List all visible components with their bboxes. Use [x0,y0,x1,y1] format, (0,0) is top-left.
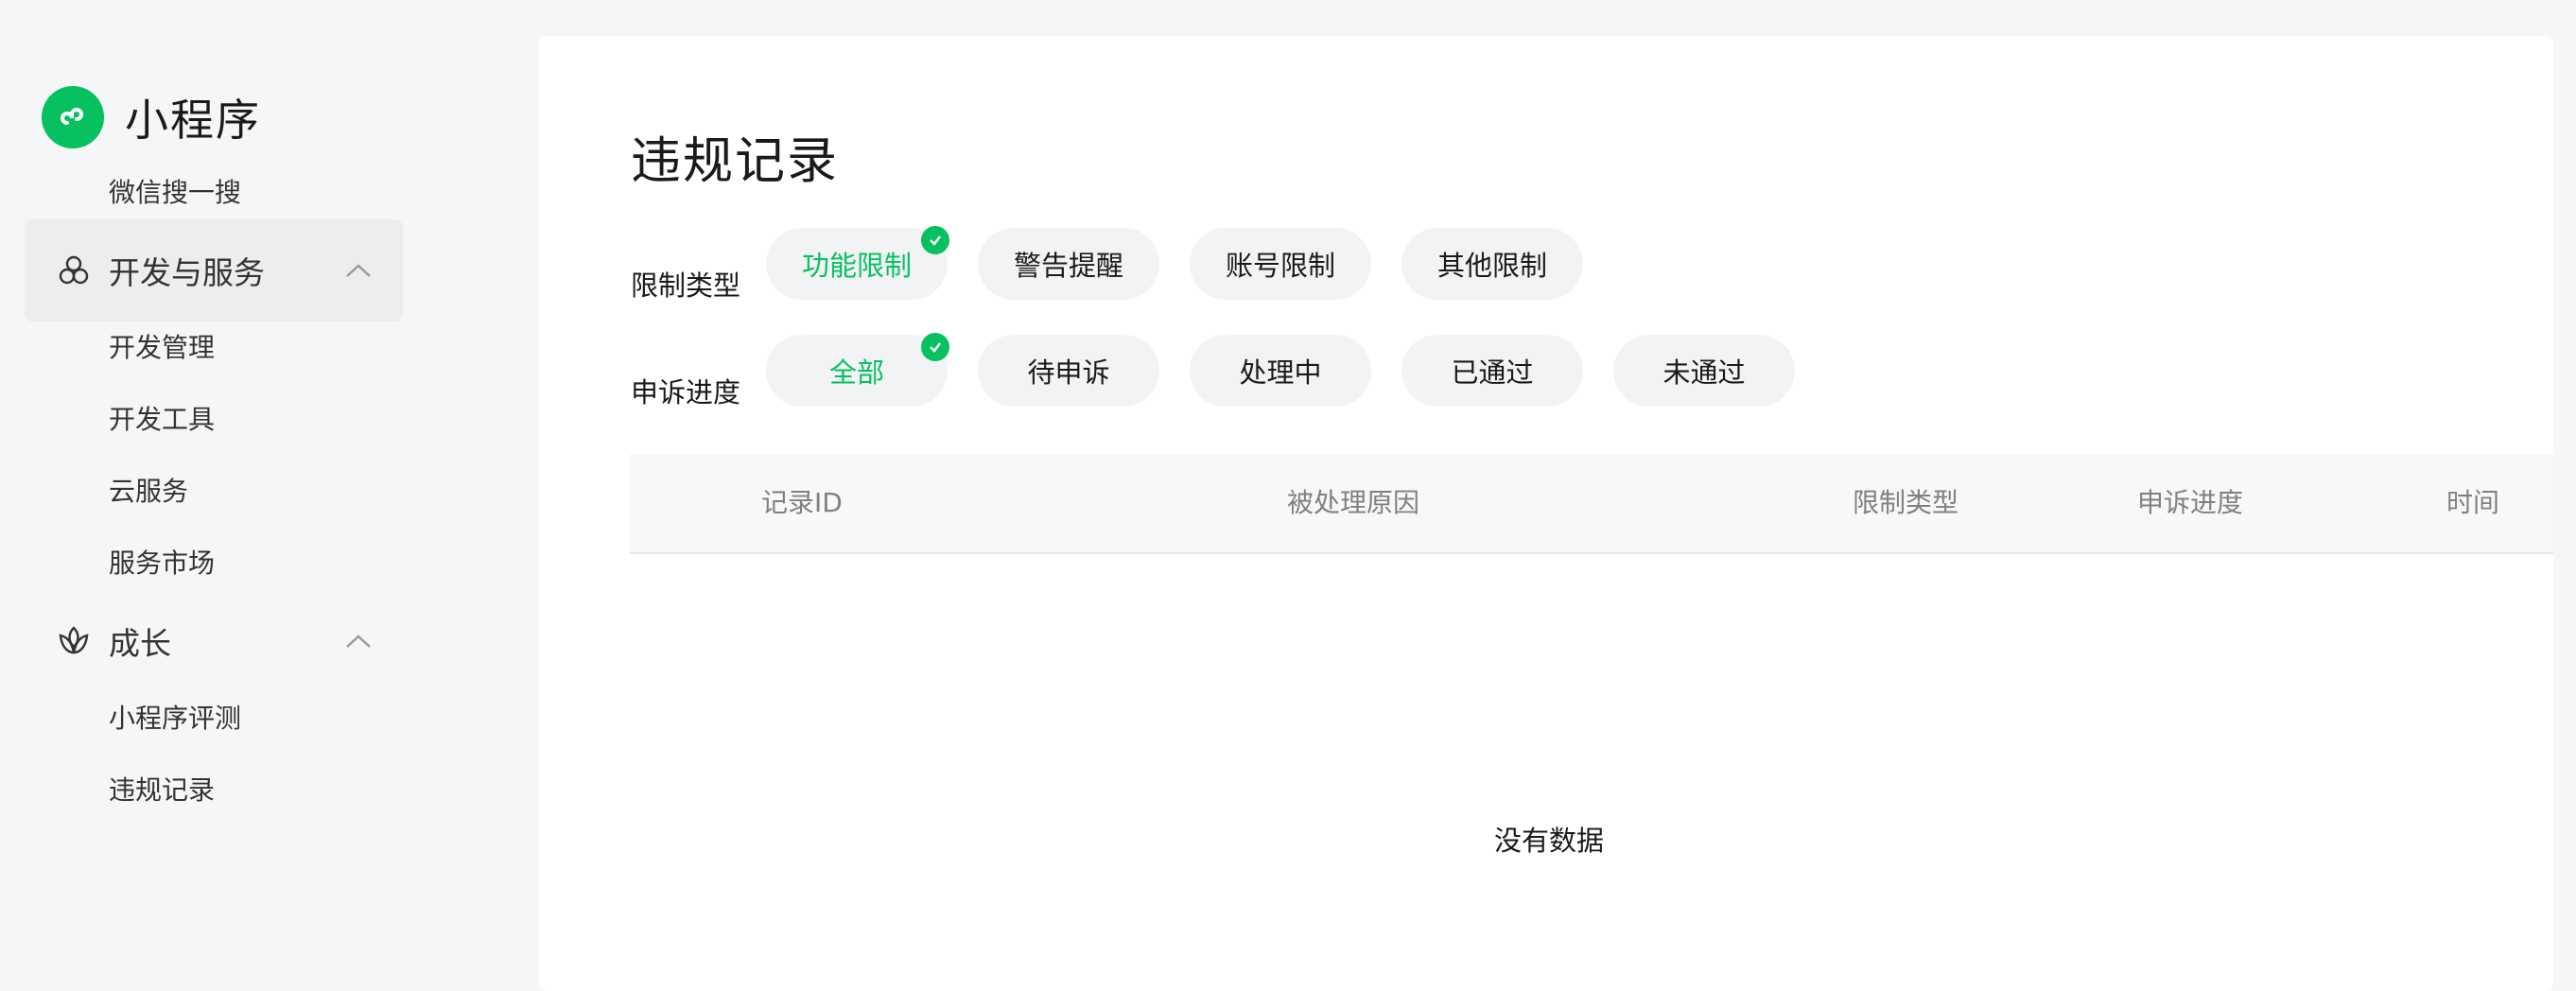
chip-label: 已通过 [1451,356,1534,389]
column-header-restriction-type: 限制类型 [1853,487,1959,518]
app-name: 小程序 [125,95,261,146]
column-header-time: 时间 [2446,487,2500,518]
column-header-reason: 被处理原因 [1287,487,1420,518]
brand[interactable]: 小程序 [42,85,261,149]
chip-approved[interactable]: 已通过 [1401,335,1583,407]
chip-rejected[interactable]: 未通过 [1613,335,1795,407]
mini-program-logo-icon [42,86,104,148]
chip-label: 处理中 [1239,356,1322,389]
table-header: 记录ID 被处理原因 限制类型 申诉进度 时间 [630,454,2553,554]
sidebar-group-growth[interactable]: 成长 [25,590,403,692]
sidebar-group-label: 成长 [109,625,171,662]
growth-icon [55,622,93,660]
page-title: 违规记录 [631,132,839,190]
filter-label-appeal-progress: 申诉进度 [631,376,741,409]
sidebar-item-dev-management[interactable]: 开发管理 [109,329,215,367]
filter-label-restriction-type: 限制类型 [631,269,741,302]
main-panel: 违规记录 限制类型 功能限制 警告提醒 账号限制 其他限制 申诉进度 全部 待申… [539,36,2553,991]
sidebar-item-service-market[interactable]: 服务市场 [109,545,215,582]
dev-services-icon [55,252,93,289]
chip-label: 待申诉 [1027,356,1110,389]
chip-account-restriction[interactable]: 账号限制 [1190,228,1371,300]
chip-pending-appeal[interactable]: 待申诉 [978,335,1159,407]
chip-label: 账号限制 [1225,250,1335,282]
chip-warning[interactable]: 警告提醒 [978,228,1159,300]
chevron-up-icon[interactable] [342,254,374,287]
chip-other-restriction[interactable]: 其他限制 [1401,228,1583,300]
check-icon [921,226,949,254]
column-header-record-id: 记录ID [761,487,843,518]
chip-processing[interactable]: 处理中 [1190,335,1371,407]
check-icon [921,333,949,361]
chip-label: 其他限制 [1436,250,1547,282]
sidebar-group-label: 开发与服务 [109,254,265,291]
sidebar-item-violation-records[interactable]: 违规记录 [109,772,215,809]
sidebar: 小程序 微信搜一搜 开发与服务 开发管理 开发工具 云服务 服务市场 成长 小程… [0,0,435,983]
chip-all[interactable]: 全部 [766,333,949,407]
sidebar-item-mini-program-review[interactable]: 小程序评测 [109,700,241,738]
column-header-appeal-progress: 申诉进度 [2137,487,2244,518]
chip-label: 功能限制 [801,250,912,282]
sidebar-group-dev-services[interactable]: 开发与服务 [25,219,403,322]
chevron-up-icon[interactable] [342,625,374,657]
sidebar-item-wechat-search[interactable]: 微信搜一搜 [109,174,241,212]
chip-label: 未通过 [1662,356,1746,389]
empty-state-text: 没有数据 [1494,825,1605,857]
chip-label: 全部 [828,356,884,389]
sidebar-item-dev-tools[interactable]: 开发工具 [109,401,215,439]
chip-label: 警告提醒 [1013,250,1123,282]
chip-function-restriction[interactable]: 功能限制 [766,226,949,300]
sidebar-item-cloud-services[interactable]: 云服务 [109,473,188,511]
